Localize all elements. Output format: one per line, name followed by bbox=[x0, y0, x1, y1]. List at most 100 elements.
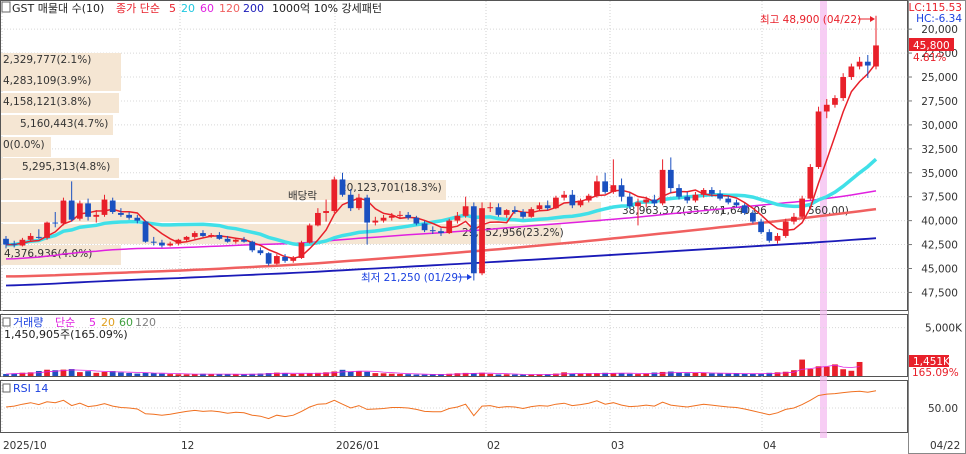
candle-body bbox=[372, 220, 379, 223]
candle-body bbox=[544, 205, 551, 209]
candle-body bbox=[282, 257, 288, 261]
candle-body bbox=[848, 66, 855, 78]
candle-body bbox=[873, 45, 879, 67]
candle-body bbox=[643, 199, 650, 203]
volume-bar bbox=[405, 374, 412, 376]
candle-body bbox=[782, 221, 789, 236]
volume-bar bbox=[134, 373, 141, 376]
volume-bar bbox=[741, 373, 748, 376]
volume-bar bbox=[750, 373, 756, 376]
candle-body bbox=[626, 196, 633, 207]
volume-bar bbox=[758, 373, 764, 376]
candle-body bbox=[208, 234, 215, 236]
candle-body bbox=[339, 179, 346, 195]
volume-change: 165.09% bbox=[912, 367, 959, 379]
candle-body bbox=[298, 242, 305, 258]
current-change: 4.81% bbox=[913, 52, 946, 64]
low-annotation: 최저 21,250 (01/29) bbox=[361, 272, 462, 284]
candle-body bbox=[700, 189, 707, 195]
volume-bar bbox=[684, 373, 691, 376]
volume-bar bbox=[372, 373, 379, 376]
volume-bar bbox=[807, 369, 814, 376]
candle-body bbox=[159, 242, 165, 246]
candle-body bbox=[856, 61, 863, 67]
ma-period-60[interactable]: 60 bbox=[200, 2, 214, 15]
candle-body bbox=[19, 239, 26, 246]
volume-ma-120[interactable]: 120 bbox=[135, 316, 156, 329]
candle-body bbox=[725, 198, 732, 203]
candle-body bbox=[380, 217, 387, 221]
candle-body bbox=[150, 241, 157, 243]
volume-profile-label: 29,652,956(23.2%) bbox=[462, 227, 564, 239]
date-tick-label: 02 bbox=[487, 440, 500, 452]
candle-body bbox=[520, 212, 526, 217]
volume-bar bbox=[175, 374, 182, 376]
volume-bar bbox=[511, 374, 518, 376]
candle-body bbox=[823, 104, 830, 112]
ma-period-200[interactable]: 200 bbox=[243, 2, 264, 15]
candle-body bbox=[257, 250, 264, 254]
candle-body bbox=[446, 220, 453, 234]
volume-bar bbox=[676, 372, 682, 376]
ma-period-5[interactable]: 5 bbox=[169, 2, 176, 15]
candle-body bbox=[766, 232, 773, 241]
ma-period-120[interactable]: 120 bbox=[219, 2, 240, 15]
candle-body bbox=[840, 77, 847, 99]
volume-bar bbox=[364, 371, 371, 376]
candle-body bbox=[44, 222, 50, 238]
volume-bar bbox=[667, 371, 674, 376]
candle-body bbox=[717, 193, 723, 199]
candle-body bbox=[618, 185, 625, 197]
volume-bar bbox=[848, 370, 855, 376]
candle-body bbox=[175, 239, 182, 244]
volume-profile-label: 5,160,443(4.7%) bbox=[20, 118, 108, 130]
candle-body bbox=[470, 206, 477, 274]
candle-body bbox=[791, 216, 797, 222]
candle-body bbox=[528, 209, 535, 217]
volume-bar bbox=[216, 374, 223, 376]
pattern-label: 1000억 10% 강세패턴 bbox=[272, 2, 382, 15]
candle-body bbox=[60, 200, 67, 224]
candle-body bbox=[429, 230, 436, 232]
volume-bar bbox=[232, 374, 239, 376]
price-tick-label: 27,500 bbox=[921, 96, 958, 108]
candle-body bbox=[594, 181, 600, 196]
candle-body bbox=[503, 210, 510, 215]
candle-body bbox=[101, 199, 108, 215]
candle-body bbox=[684, 196, 691, 201]
volume-bar bbox=[413, 374, 420, 376]
volume-bar bbox=[577, 373, 584, 376]
volume-bar bbox=[856, 361, 863, 376]
price-legend: GST 매물대 수(10) 종가 단순 5 20 60 120 200 1000… bbox=[1, 1, 382, 15]
dividend-annotation: 배당락 bbox=[288, 190, 317, 202]
candle-body bbox=[183, 236, 190, 240]
ma-period-20[interactable]: 20 bbox=[181, 2, 195, 15]
candle-body bbox=[569, 194, 576, 206]
volume-bar bbox=[799, 359, 806, 376]
candle-body bbox=[397, 214, 403, 216]
candle-body bbox=[232, 239, 239, 242]
volume-bar bbox=[659, 371, 666, 376]
candle-body bbox=[273, 256, 280, 264]
volume-bar bbox=[725, 373, 732, 376]
price-tick-label: 25,000 bbox=[921, 72, 958, 84]
candle-body bbox=[602, 181, 609, 192]
candle-body bbox=[454, 215, 461, 221]
volume-bar bbox=[397, 373, 403, 376]
price-tick-label: 30,000 bbox=[921, 120, 958, 132]
volume-bar bbox=[339, 369, 346, 376]
x-current-date: 04/22 bbox=[930, 440, 960, 452]
candle-body bbox=[306, 225, 313, 243]
high-annotation: 최고 48,900 (04/22) bbox=[760, 14, 861, 26]
volume-bar bbox=[823, 366, 830, 376]
volume-bar bbox=[626, 373, 633, 376]
symbol-label[interactable]: GST 매물대 수(10) bbox=[12, 2, 104, 15]
rsi-title[interactable]: RSI 14 bbox=[13, 382, 48, 395]
volume-profile-label: 20,123,701(18.3%) bbox=[340, 182, 442, 194]
candle-body bbox=[388, 215, 395, 218]
volume-value: 1,450,905주(165.09%) bbox=[4, 328, 128, 341]
volume-tick-label: 5,000K bbox=[925, 323, 963, 335]
volume-bar bbox=[101, 371, 108, 376]
volume-bar bbox=[159, 373, 165, 376]
volume-bar bbox=[126, 373, 132, 376]
